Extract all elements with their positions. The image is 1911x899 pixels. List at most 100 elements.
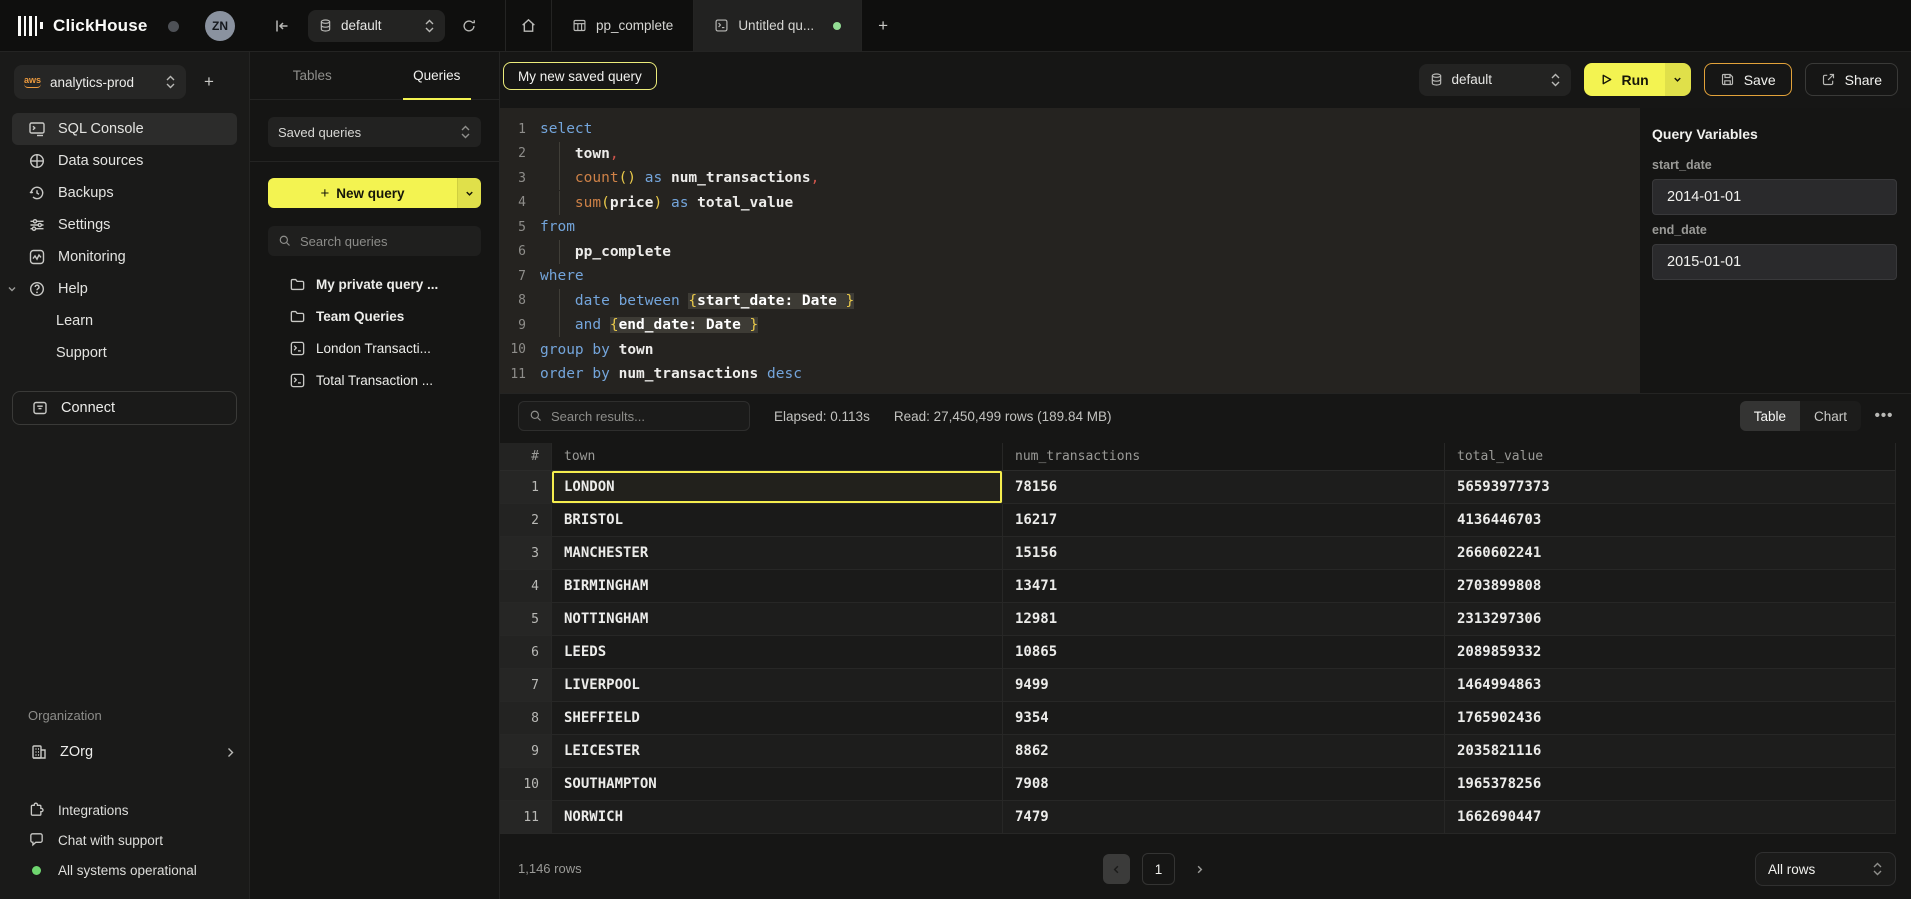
tab-queries[interactable]: Queries: [375, 52, 500, 99]
sidebar-item-monitoring[interactable]: Monitoring: [12, 241, 237, 273]
code-line[interactable]: 6 pp_complete: [500, 240, 1640, 265]
saved-query-chip[interactable]: My new saved query: [503, 62, 657, 90]
cell-town[interactable]: BRISTOL: [552, 504, 1003, 537]
code-line[interactable]: 11order by num_transactions desc: [500, 362, 1640, 387]
cell-town[interactable]: LEICESTER: [552, 735, 1003, 768]
cell-num-transactions[interactable]: 12981: [1003, 603, 1445, 636]
cell-town[interactable]: NOTTINGHAM: [552, 603, 1003, 636]
chat-support-link[interactable]: Chat with support: [0, 825, 249, 855]
cell-num-transactions[interactable]: 8862: [1003, 735, 1445, 768]
list-item[interactable]: Team Queries: [250, 300, 499, 332]
cell-num-transactions[interactable]: 16217: [1003, 504, 1445, 537]
prev-page-button[interactable]: [1103, 854, 1130, 884]
list-item[interactable]: My private query ...: [250, 268, 499, 300]
cell-num-transactions[interactable]: 9499: [1003, 669, 1445, 702]
cell-num-transactions[interactable]: 78156: [1003, 471, 1445, 504]
cell-total-value[interactable]: 1965378256: [1445, 768, 1896, 801]
sidebar-item-backups[interactable]: Backups: [12, 177, 237, 209]
more-options-icon[interactable]: •••: [1871, 402, 1897, 428]
tab-untitled-query[interactable]: Untitled qu...: [694, 0, 862, 51]
sidebar-item-help[interactable]: Help: [12, 273, 237, 305]
cell-town[interactable]: NORWICH: [552, 801, 1003, 834]
next-page-button[interactable]: [1187, 854, 1211, 884]
run-database-select[interactable]: default: [1419, 64, 1571, 96]
cell-num-transactions[interactable]: 7479: [1003, 801, 1445, 834]
cell-total-value[interactable]: 1662690447: [1445, 801, 1896, 834]
code-line[interactable]: 3 count() as num_transactions,: [500, 166, 1640, 191]
saved-queries-select[interactable]: Saved queries: [268, 117, 481, 147]
cell-num-transactions[interactable]: 15156: [1003, 537, 1445, 570]
service-select[interactable]: aws analytics-prod: [14, 65, 186, 99]
cell-num-transactions[interactable]: 10865: [1003, 636, 1445, 669]
code-line[interactable]: 5from: [500, 215, 1640, 240]
cell-total-value[interactable]: 1464994863: [1445, 669, 1896, 702]
list-item[interactable]: London Transacti...: [250, 332, 499, 364]
tab-pp-complete[interactable]: pp_complete: [552, 0, 694, 51]
cell-num-transactions[interactable]: 13471: [1003, 570, 1445, 603]
new-query-button[interactable]: + New query: [268, 178, 481, 208]
cell-total-value[interactable]: 56593977373: [1445, 471, 1896, 504]
cell-total-value[interactable]: 2703899808: [1445, 570, 1896, 603]
code-line[interactable]: 8 date between {start_date: Date }: [500, 289, 1640, 314]
cell-town[interactable]: SHEFFIELD: [552, 702, 1003, 735]
sidebar-item-learn[interactable]: Learn: [12, 305, 237, 337]
start-date-input[interactable]: [1652, 179, 1897, 215]
code-line[interactable]: 4 sum(price) as total_value: [500, 191, 1640, 216]
code-line[interactable]: 7where: [500, 264, 1640, 289]
list-item-label: Total Transaction ...: [316, 373, 433, 388]
cell-town[interactable]: BIRMINGHAM: [552, 570, 1003, 603]
cell-total-value[interactable]: 2089859332: [1445, 636, 1896, 669]
view-chart-button[interactable]: Chart: [1800, 401, 1861, 431]
code-line[interactable]: 1select: [500, 117, 1640, 142]
current-page[interactable]: 1: [1142, 853, 1175, 885]
cell-town[interactable]: LONDON: [552, 471, 1003, 504]
cell-total-value[interactable]: 1765902436: [1445, 702, 1896, 735]
cell-town[interactable]: SOUTHAMPTON: [552, 768, 1003, 801]
sidebar-item-data-sources[interactable]: Data sources: [12, 145, 237, 177]
tab-tables[interactable]: Tables: [250, 52, 375, 99]
view-table-button[interactable]: Table: [1740, 401, 1800, 431]
code-line[interactable]: 10group by town: [500, 338, 1640, 363]
avatar[interactable]: ZN: [205, 11, 235, 41]
integrations-link[interactable]: Integrations: [0, 795, 249, 825]
search-queries-input[interactable]: [300, 234, 471, 249]
run-options-dropdown[interactable]: [1665, 63, 1691, 96]
share-button[interactable]: Share: [1805, 63, 1898, 96]
add-service-button[interactable]: +: [194, 67, 224, 97]
system-status[interactable]: All systems operational: [0, 855, 249, 885]
code-line[interactable]: 9 and {end_date: Date }: [500, 313, 1640, 338]
home-icon[interactable]: [506, 0, 552, 51]
collapse-sidebar-icon[interactable]: [264, 17, 300, 35]
organization-item[interactable]: ZOrg: [12, 735, 237, 769]
search-results-input[interactable]: [551, 409, 739, 424]
database-select[interactable]: default: [308, 10, 445, 42]
cell-total-value[interactable]: 2035821116: [1445, 735, 1896, 768]
cell-town[interactable]: MANCHESTER: [552, 537, 1003, 570]
add-tab-button[interactable]: +: [862, 0, 904, 51]
column-header-total-value[interactable]: total_value: [1445, 443, 1896, 471]
page-size-select[interactable]: All rows: [1755, 852, 1896, 886]
column-header-index[interactable]: #: [500, 443, 552, 471]
sidebar-item-sql-console[interactable]: SQL Console: [12, 113, 237, 145]
sidebar-item-support[interactable]: Support: [12, 337, 237, 369]
end-date-input[interactable]: [1652, 244, 1897, 280]
cell-num-transactions[interactable]: 9354: [1003, 702, 1445, 735]
cell-total-value[interactable]: 2313297306: [1445, 603, 1896, 636]
cell-num-transactions[interactable]: 7908: [1003, 768, 1445, 801]
cell-town[interactable]: LIVERPOOL: [552, 669, 1003, 702]
save-button[interactable]: Save: [1704, 63, 1792, 96]
cell-total-value[interactable]: 4136446703: [1445, 504, 1896, 537]
chevron-down-icon[interactable]: [6, 283, 18, 295]
code-line[interactable]: 2 town,: [500, 142, 1640, 167]
column-header-town[interactable]: town: [552, 443, 1003, 471]
new-query-dropdown[interactable]: [457, 178, 481, 208]
sql-editor[interactable]: 1select2 town,3 count() as num_transacti…: [500, 108, 1640, 393]
sidebar-item-settings[interactable]: Settings: [12, 209, 237, 241]
run-button[interactable]: Run: [1584, 63, 1691, 96]
connect-button[interactable]: Connect: [12, 391, 237, 425]
list-item[interactable]: Total Transaction ...: [250, 364, 499, 396]
refresh-icon[interactable]: [445, 18, 493, 34]
column-header-num-transactions[interactable]: num_transactions: [1003, 443, 1445, 471]
cell-town[interactable]: LEEDS: [552, 636, 1003, 669]
cell-total-value[interactable]: 2660602241: [1445, 537, 1896, 570]
